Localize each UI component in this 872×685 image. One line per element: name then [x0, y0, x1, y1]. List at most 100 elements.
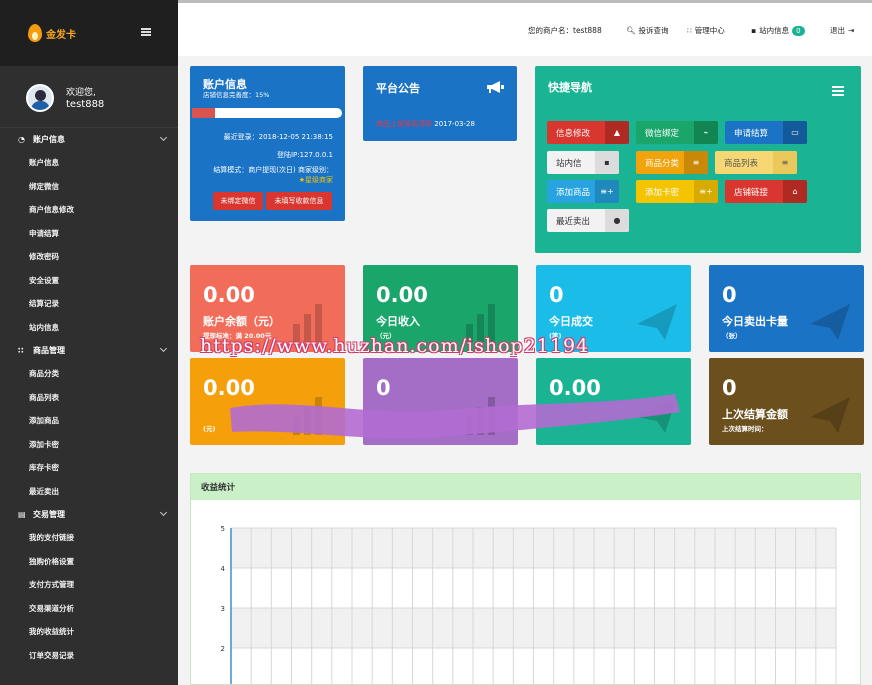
merchant-level: ★星级商家	[298, 176, 333, 184]
sidebar-item[interactable]: 绑定微信	[0, 175, 178, 199]
quick-nav-button[interactable]: 商品分类 ≡	[636, 151, 708, 174]
stat-value: 0	[722, 376, 737, 400]
site-messages-link[interactable]: ▪ 站内信息 0	[751, 25, 805, 36]
earnings-chart-title: 收益统计	[191, 474, 860, 500]
avatar[interactable]	[26, 84, 54, 112]
platform-notice-panel: 平台公告 商品上架规则须知 2017-03-28	[363, 66, 517, 141]
management-center-link[interactable]: ∷ 管理中心	[687, 25, 725, 36]
settlement-mode: 结算模式：商户提现(次日) 商家级别：	[213, 166, 333, 174]
sidebar-item[interactable]: 交易渠道分析	[0, 597, 178, 621]
plus-list-icon: ≡+	[595, 180, 619, 203]
y-tick-label: 4	[221, 565, 226, 573]
stat-label: 账户余额（元）	[203, 315, 280, 328]
quick-nav-label: 最近卖出	[556, 216, 591, 227]
list-icon[interactable]	[832, 86, 844, 96]
quick-nav-label: 站内信	[556, 158, 582, 169]
quick-nav-label: 店铺链接	[734, 187, 769, 198]
search-icon: 🔍︎	[626, 26, 636, 35]
complaint-query-label: 投诉查询	[638, 26, 669, 35]
sign-out-icon: ⇥	[848, 26, 855, 35]
quick-nav-button[interactable]: 添加卡密 ≡+	[636, 180, 718, 203]
notice-link[interactable]: 商品上架规则须知	[376, 120, 432, 128]
sidebar-item[interactable]: 最近卖出	[0, 480, 178, 504]
sidebar-group-1[interactable]: ∷ 商品管理	[0, 339, 178, 362]
sidebar-item[interactable]: 支付方式管理	[0, 573, 178, 597]
unbound-wechat-button[interactable]: 未绑定微信	[213, 192, 263, 210]
bell-icon: ●	[605, 209, 629, 232]
logout-link[interactable]: 退出 ⇥	[830, 25, 854, 36]
hamburger-menu-icon[interactable]	[141, 28, 151, 36]
flame-icon	[28, 24, 42, 42]
quick-nav-button[interactable]: 申请结算 ▭	[725, 121, 807, 144]
sidebar-item[interactable]: 我的支付链接	[0, 526, 178, 550]
quick-nav-button[interactable]: 信息修改 ▲	[547, 121, 629, 144]
sidebar-item[interactable]: 修改密码	[0, 245, 178, 269]
main-content: 账户信息 店铺信息完善度：15% 最近登录：2018-12-05 21:38:1…	[178, 56, 872, 685]
stat-value: 0	[722, 283, 737, 307]
quick-nav-button[interactable]: 最近卖出 ●	[547, 209, 629, 232]
notice-item[interactable]: 商品上架规则须知 2017-03-28	[376, 119, 475, 129]
smudge-overlay	[230, 394, 680, 439]
logout-label: 退出	[830, 26, 845, 35]
stat-tile: 0 今日卖出卡量 （张）	[709, 265, 864, 352]
missing-payout-info-button[interactable]: 未填写收款信息	[266, 192, 332, 210]
complaint-query-link[interactable]: 🔍︎ 投诉查询	[626, 25, 669, 36]
platform-notice-title: 平台公告	[376, 82, 420, 95]
paper-plane-icon	[810, 304, 850, 340]
quick-nav-label: 添加商品	[556, 187, 591, 198]
sidebar-group-label: 商品管理	[33, 346, 65, 355]
sidebar-item[interactable]: 添加商品	[0, 409, 178, 433]
sidebar-group-0[interactable]: ◔ 账户信息	[0, 128, 178, 151]
sidebar-item[interactable]: 站内信息	[0, 316, 178, 340]
login-ip: 登陆IP:127.0.0.1	[276, 151, 333, 159]
quick-nav-button[interactable]: 商品列表 ≡	[715, 151, 797, 174]
logo[interactable]: 金发卡	[28, 24, 76, 42]
chevron-down-icon	[159, 133, 168, 142]
quick-nav-button[interactable]: 微信绑定 ⌁	[636, 121, 718, 144]
chat-icon: ▪	[595, 151, 619, 174]
sidebar-item[interactable]: 商品分类	[0, 362, 178, 386]
stat-sub: (元)	[203, 425, 216, 433]
quick-nav-button[interactable]: 店铺链接 ⌂	[725, 180, 807, 203]
quick-nav-label: 商品列表	[724, 158, 759, 169]
sidebar-item[interactable]: 申请结算	[0, 222, 178, 246]
sidebar-menu: ◔ 账户信息 账户信息 绑定微信 商户信息修改 申请结算 修改密码 安全设置 结算记录 站内信息 ∷…	[0, 128, 178, 667]
sidebar-item[interactable]: 添加卡密	[0, 433, 178, 457]
quick-nav-label: 申请结算	[734, 128, 769, 139]
sidebar-item[interactable]: 我的收益统计	[0, 620, 178, 644]
plus-list-icon: ≡+	[694, 180, 718, 203]
sidebar-item[interactable]: 账户信息	[0, 151, 178, 175]
sidebar-item[interactable]: 独购价格设置	[0, 550, 178, 574]
stat-tile: 0 上次结算金额 上次结算时间：	[709, 358, 864, 445]
sidebar-group-label: 交易管理	[33, 510, 65, 519]
stat-value: 0	[549, 283, 564, 307]
document-icon: ▤	[18, 510, 26, 519]
chevron-down-icon	[159, 508, 168, 517]
home-icon: ⌂	[783, 180, 807, 203]
sidebar-item[interactable]: 结算记录	[0, 292, 178, 316]
store-completeness: 店铺信息完善度：15%	[203, 91, 270, 99]
welcome-text: 欢迎您,	[66, 88, 96, 98]
last-login: 最近登录：2018-12-05 21:38:15	[223, 133, 333, 141]
quick-nav-label: 微信绑定	[645, 128, 680, 139]
management-center-label: 管理中心	[694, 26, 725, 35]
stat-sub: （张）	[722, 332, 742, 340]
quick-nav-button[interactable]: 添加商品 ≡+	[547, 180, 619, 203]
y-tick-label: 5	[221, 525, 225, 533]
quick-nav-button[interactable]: 站内信 ▪	[547, 151, 619, 174]
sidebar-item[interactable]: 订单交易记录	[0, 644, 178, 668]
merchant-name: 您的商户名：test888	[528, 26, 602, 35]
sidebar-item[interactable]: 商户信息修改	[0, 198, 178, 222]
earnings-chart: 5 4 3 2	[221, 525, 837, 685]
sidebar: 金发卡 欢迎您, test888 ◔ 账户信息 账户信息 绑定微信 商户信息修改 申请结算…	[0, 0, 178, 685]
quick-nav-label: 添加卡密	[645, 187, 680, 198]
sidebar-item[interactable]: 安全设置	[0, 269, 178, 293]
sidebar-item[interactable]: 库存卡密	[0, 456, 178, 480]
quick-nav-title: 快捷导航	[548, 81, 592, 94]
earnings-chart-panel: 收益统计 5 4 3 2	[190, 473, 861, 685]
sidebar-username: test888	[66, 99, 105, 110]
sidebar-item[interactable]: 商品列表	[0, 386, 178, 410]
completeness-progress-bar	[192, 108, 342, 118]
sidebar-group-2[interactable]: ▤ 交易管理	[0, 503, 178, 526]
topbar: 您的商户名：test888 🔍︎ 投诉查询 ∷ 管理中心 ▪ 站内信息 0 退出…	[178, 0, 872, 56]
